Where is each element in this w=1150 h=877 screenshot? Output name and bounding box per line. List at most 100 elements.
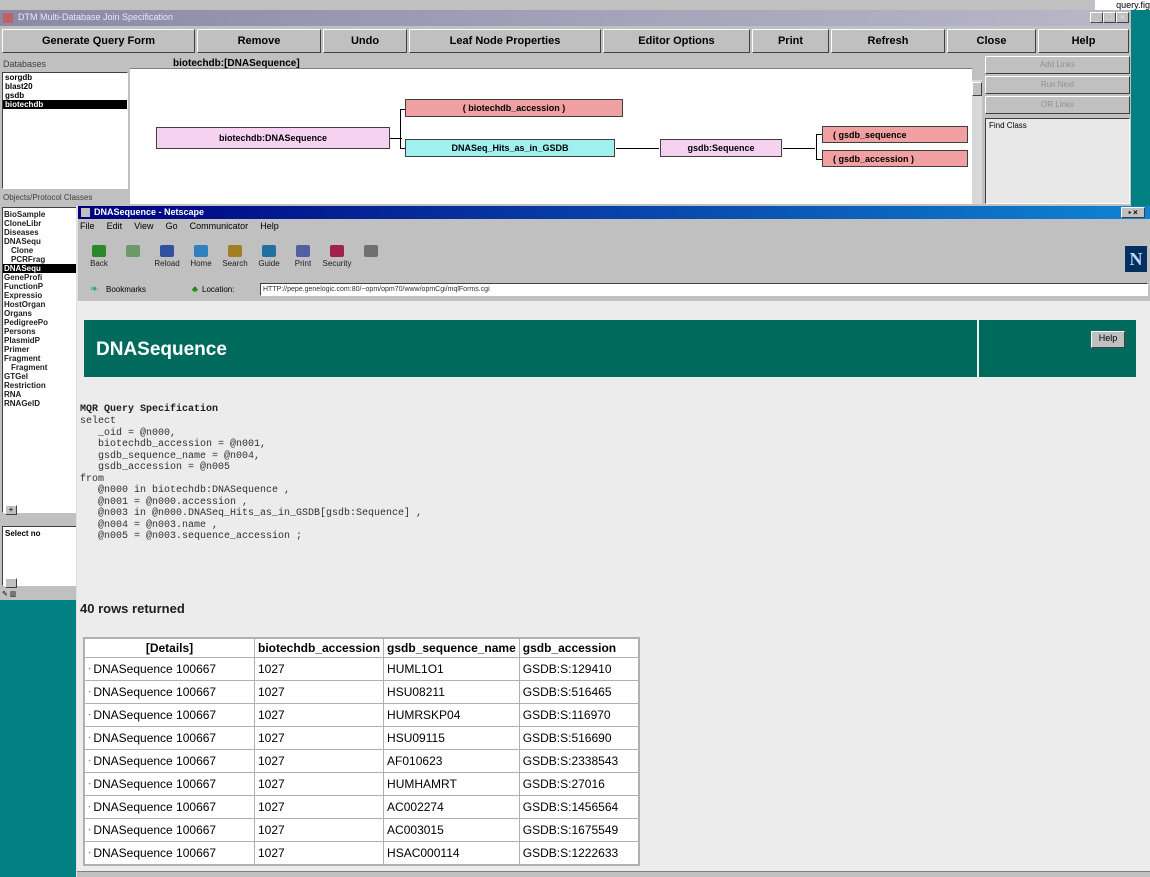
class-list-item[interactable]: Organs bbox=[3, 309, 79, 318]
list-item[interactable]: gsdb bbox=[3, 91, 127, 100]
home-button[interactable]: Home bbox=[186, 245, 216, 275]
database-list[interactable]: sorgdb blast20 gsdb biotechdb bbox=[2, 72, 128, 189]
close-window-button[interactable]: × bbox=[1116, 12, 1129, 23]
details-link[interactable]: ᐩ DNASequence 100667 bbox=[84, 818, 255, 842]
netscape-title-bar[interactable]: DNASequence - Netscape ▪ × bbox=[78, 206, 1150, 219]
add-links-button[interactable]: Add Links bbox=[985, 56, 1130, 74]
details-text[interactable]: DNASequence 100667 bbox=[93, 662, 216, 676]
select-panel[interactable]: Select no bbox=[2, 526, 80, 586]
details-link[interactable]: ᐩ DNASequence 100667 bbox=[84, 795, 255, 819]
mql-line: gsdb_accession = @n005 bbox=[80, 462, 231, 473]
minimize-button[interactable]: _ bbox=[1090, 12, 1103, 23]
details-text[interactable]: DNASequence 100667 bbox=[93, 708, 216, 722]
class-list-item[interactable]: Fragment bbox=[3, 363, 79, 372]
undo-button[interactable]: Undo bbox=[323, 29, 407, 53]
details-text[interactable]: DNASequence 100667 bbox=[93, 731, 216, 745]
forward-button[interactable]: Forward bbox=[118, 245, 148, 275]
details-link[interactable]: ᐩ DNASequence 100667 bbox=[84, 680, 255, 704]
class-list-item[interactable]: HostOrgan bbox=[3, 300, 79, 309]
class-list-item[interactable]: CloneLibr bbox=[3, 219, 79, 228]
select-panel-button[interactable] bbox=[5, 578, 17, 588]
class-list-item[interactable]: GTGel bbox=[3, 372, 79, 381]
details-text[interactable]: DNASequence 100667 bbox=[93, 800, 216, 814]
remove-button[interactable]: Remove bbox=[197, 29, 321, 53]
scroll-thumb[interactable] bbox=[972, 82, 982, 96]
details-link[interactable]: ᐩ DNASequence 100667 bbox=[84, 749, 255, 773]
details-text[interactable]: DNASequence 100667 bbox=[93, 823, 216, 837]
details-link[interactable]: ᐩ DNASequence 100667 bbox=[84, 726, 255, 750]
class-list[interactable]: BioSample CloneLibr Diseases DNASequ Clone PC… bbox=[2, 207, 80, 513]
node-biotechdb-dnasequence[interactable]: biotechdb:DNASequence bbox=[156, 127, 390, 149]
class-list-scroll-button[interactable]: + bbox=[5, 505, 17, 515]
nav-label: Reload bbox=[154, 259, 180, 268]
security-button[interactable]: Security bbox=[322, 245, 352, 275]
or-links-button[interactable]: OR Links bbox=[985, 96, 1130, 114]
class-list-item[interactable]: Expressio bbox=[3, 291, 79, 300]
class-list-item[interactable]: DNASequ bbox=[3, 237, 79, 246]
generate-query-form-button[interactable]: Generate Query Form bbox=[2, 29, 195, 53]
url-input[interactable]: HTTP://pepe.genelogic.com:80/~opm/opm70/… bbox=[260, 283, 1148, 296]
class-list-item[interactable]: RNA bbox=[3, 390, 79, 399]
class-list-item[interactable]: Restriction bbox=[3, 381, 79, 390]
find-class-panel[interactable]: Find Class bbox=[985, 118, 1130, 204]
node-dnaseq-hits[interactable]: DNASeq_Hits_as_in_GSDB bbox=[405, 139, 615, 157]
bookmarks-button[interactable]: Bookmarks bbox=[106, 285, 146, 294]
class-list-item[interactable]: GeneProfi bbox=[3, 273, 79, 282]
class-list-item[interactable]: RNAGelD bbox=[3, 399, 79, 408]
details-text[interactable]: DNASequence 100667 bbox=[93, 754, 216, 768]
nav-label: Print bbox=[294, 259, 312, 268]
node-gsdb-sequence[interactable]: gsdb:Sequence bbox=[660, 139, 782, 157]
status-icons: ✎ ▥ bbox=[2, 590, 80, 600]
class-list-item[interactable]: DNASequ bbox=[3, 264, 79, 273]
page-help-button[interactable]: Help bbox=[1091, 331, 1125, 348]
list-item[interactable]: blast20 bbox=[3, 82, 127, 91]
class-list-item[interactable]: PedigreePo bbox=[3, 318, 79, 327]
search-button[interactable]: Search bbox=[220, 245, 250, 275]
class-list-item[interactable]: Persons bbox=[3, 327, 79, 336]
node-gsdb-accession[interactable]: ( gsdb_accession ) bbox=[822, 150, 968, 167]
details-link[interactable]: ᐩ DNASequence 100667 bbox=[84, 657, 255, 681]
node-gsdb-sequence-name[interactable]: ( gsdb_sequence bbox=[822, 126, 968, 143]
class-list-item[interactable]: Primer bbox=[3, 345, 79, 354]
class-list-item[interactable]: Diseases bbox=[3, 228, 79, 237]
class-list-item[interactable]: BioSample bbox=[3, 210, 79, 219]
node-biotechdb-accession[interactable]: ( biotechdb_accession ) bbox=[405, 99, 623, 117]
menu-edit[interactable]: Edit bbox=[107, 221, 123, 231]
list-item[interactable]: sorgdb bbox=[3, 73, 127, 82]
class-list-item[interactable]: PlasmidP bbox=[3, 336, 79, 345]
menu-help[interactable]: Help bbox=[260, 221, 279, 231]
netscape-close-button[interactable]: ▪ × bbox=[1121, 207, 1145, 218]
details-text[interactable]: DNASequence 100667 bbox=[93, 846, 216, 860]
class-list-item[interactable]: FunctionP bbox=[3, 282, 79, 291]
guide-button[interactable]: Guide bbox=[254, 245, 284, 275]
list-item-selected[interactable]: biotechdb bbox=[3, 100, 127, 109]
print-button[interactable]: Print bbox=[752, 29, 829, 53]
reload-button[interactable]: Reload bbox=[152, 245, 182, 275]
help-button[interactable]: Help bbox=[1038, 29, 1129, 53]
class-list-item[interactable]: Clone bbox=[3, 246, 79, 255]
class-list-item[interactable]: PCRFrag bbox=[3, 255, 79, 264]
class-list-item[interactable]: Fragment bbox=[3, 354, 79, 363]
maximize-button[interactable]: □ bbox=[1103, 12, 1116, 23]
back-button[interactable]: Back bbox=[84, 245, 114, 275]
menu-communicator[interactable]: Communicator bbox=[190, 221, 249, 231]
close-button[interactable]: Close bbox=[947, 29, 1036, 53]
details-text[interactable]: DNASequence 100667 bbox=[93, 685, 216, 699]
print-button[interactable]: Print bbox=[288, 245, 318, 275]
refresh-button[interactable]: Refresh bbox=[831, 29, 945, 53]
diagram-canvas[interactable]: biotechdb:DNASequence ( biotechdb_access… bbox=[130, 68, 972, 204]
stop-button[interactable]: Stop bbox=[356, 245, 386, 275]
run-next-button[interactable]: Run Next bbox=[985, 76, 1130, 94]
details-link[interactable]: ᐩ DNASequence 100667 bbox=[84, 772, 255, 796]
details-text[interactable]: DNASequence 100667 bbox=[93, 777, 216, 791]
editor-options-button[interactable]: Editor Options bbox=[603, 29, 750, 53]
menu-view[interactable]: View bbox=[134, 221, 153, 231]
menu-go[interactable]: Go bbox=[166, 221, 178, 231]
details-link[interactable]: ᐩ DNASequence 100667 bbox=[84, 703, 255, 727]
leaf-node-properties-button[interactable]: Leaf Node Properties bbox=[409, 29, 601, 53]
diagram-scrollbar[interactable] bbox=[972, 80, 982, 204]
menu-file[interactable]: File bbox=[80, 221, 95, 231]
app-title-bar[interactable]: DTM Multi-Database Join Specification _ … bbox=[0, 10, 1131, 26]
details-link[interactable]: ᐩ DNASequence 100667 bbox=[84, 841, 255, 865]
table-cell: GSDB:S:116970 bbox=[518, 703, 639, 727]
